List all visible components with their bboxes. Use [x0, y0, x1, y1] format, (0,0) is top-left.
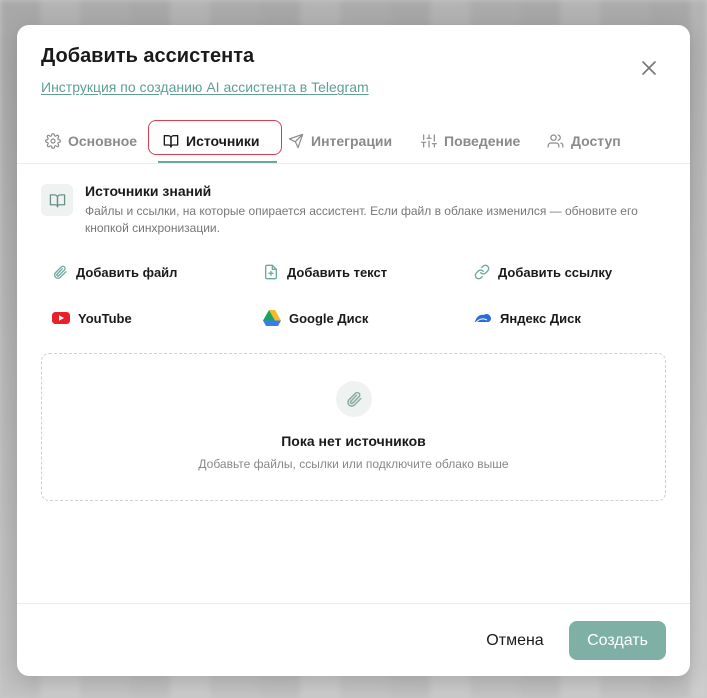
link-icon	[474, 264, 490, 280]
empty-state-icon	[336, 381, 372, 417]
action-label: YouTube	[78, 310, 132, 326]
tab-bar: Основное Источники Интеграции Поведение	[17, 121, 690, 164]
add-assistant-dialog: Добавить ассистента Инструкция по создан…	[17, 25, 690, 676]
create-button[interactable]: Создать	[569, 621, 666, 660]
action-label: Добавить текст	[287, 264, 388, 280]
dialog-title: Добавить ассистента	[41, 45, 255, 67]
google-drive-button[interactable]: Google Диск	[263, 307, 368, 329]
action-label: Добавить ссылку	[498, 264, 613, 280]
youtube-button[interactable]: YouTube	[52, 307, 132, 329]
tab-label: Основное	[68, 133, 138, 149]
section-description: Файлы и ссылки, на которые опирается асс…	[85, 204, 638, 235]
yandex-disk-button[interactable]: Яндекс Диск	[474, 307, 581, 329]
close-button[interactable]	[638, 57, 660, 79]
send-icon	[288, 133, 304, 149]
paperclip-icon	[347, 391, 362, 407]
add-link-button[interactable]: Добавить ссылку	[474, 261, 612, 283]
close-icon	[642, 61, 656, 75]
empty-state-subtitle: Добавьте файлы, ссылки или подключите об…	[198, 457, 509, 471]
gear-icon	[45, 133, 61, 149]
tab-label: Доступ	[571, 133, 621, 149]
youtube-icon	[52, 312, 70, 324]
active-tab-highlight	[148, 120, 282, 155]
google-drive-icon	[263, 310, 281, 326]
users-icon	[547, 134, 564, 148]
dialog-footer: Отмена Создать	[17, 603, 690, 676]
add-file-button[interactable]: Добавить файл	[52, 261, 177, 283]
tab-behavior[interactable]: Поведение	[421, 123, 520, 159]
tab-label: Поведение	[444, 133, 521, 149]
tab-basic[interactable]: Основное	[45, 123, 137, 159]
book-icon	[49, 193, 65, 208]
guide-link[interactable]: Инструкция по созданию AI ассистента в T…	[41, 79, 369, 95]
action-label: Яндекс Диск	[500, 310, 581, 326]
tab-integrations[interactable]: Интеграции	[288, 123, 392, 159]
paperclip-icon	[53, 265, 67, 279]
add-text-button[interactable]: Добавить текст	[263, 261, 387, 283]
cancel-button[interactable]: Отмена	[471, 622, 559, 660]
sliders-icon	[421, 134, 437, 148]
file-plus-icon	[265, 264, 277, 280]
section-title: Источники знаний	[85, 183, 212, 199]
tab-access[interactable]: Доступ	[547, 123, 621, 159]
action-label: Google Диск	[289, 310, 369, 326]
sources-dropzone[interactable]: Пока нет источников Добавьте файлы, ссыл…	[41, 353, 666, 501]
empty-state-title: Пока нет источников	[281, 433, 426, 449]
action-label: Добавить файл	[76, 264, 178, 280]
yandex-disk-icon	[475, 314, 491, 323]
active-tab-underline	[158, 161, 277, 163]
sources-section-icon	[41, 184, 73, 216]
tab-label: Интеграции	[311, 133, 393, 149]
